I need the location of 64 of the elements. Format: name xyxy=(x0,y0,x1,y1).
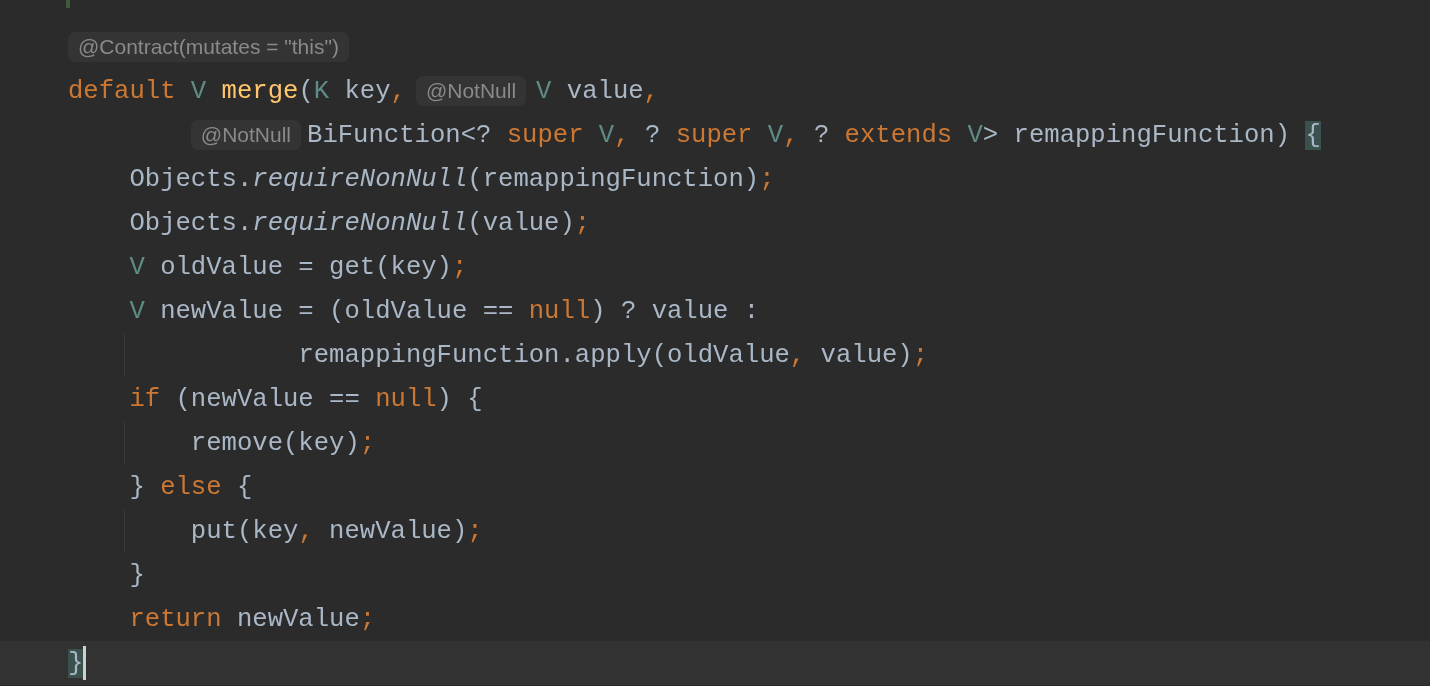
type-parameter: V xyxy=(766,120,784,150)
code-text: newValue xyxy=(235,604,360,634)
punctuation: ; xyxy=(359,428,376,458)
code-text: ( xyxy=(298,76,314,106)
code-text: } xyxy=(129,560,145,590)
code-text: } xyxy=(129,472,146,502)
type-parameter: V xyxy=(536,76,552,106)
keyword: super xyxy=(505,120,584,150)
inlay-hint: @NotNull xyxy=(190,120,302,150)
code-text: ) ? value : xyxy=(590,296,760,326)
punctuation: ; xyxy=(467,516,483,546)
keyword: null xyxy=(527,296,591,326)
code-text: (value) xyxy=(467,208,575,238)
code-text: oldValue = get(key) xyxy=(159,252,452,282)
punctuation: , xyxy=(643,76,659,106)
keyword: return xyxy=(129,604,222,634)
punctuation: , xyxy=(298,516,314,546)
punctuation: , xyxy=(789,340,806,370)
code-text: remappingFunction.apply(oldValue xyxy=(298,340,790,370)
inlay-hint: @Contract(mutates = "this") xyxy=(68,32,349,62)
type-parameter: K xyxy=(313,76,330,106)
keyword: null xyxy=(374,384,437,414)
keyword: extends xyxy=(843,120,953,150)
method-name: merge xyxy=(220,76,299,106)
code-text: value xyxy=(565,76,644,106)
code-text: newValue = (oldValue == xyxy=(159,296,514,326)
type-parameter: V xyxy=(129,296,145,326)
code-text: Objects. xyxy=(129,208,253,238)
keyword: super xyxy=(674,120,753,150)
type-parameter: V xyxy=(966,120,983,150)
code-text: BiFunction<? xyxy=(307,120,492,150)
code-text: value) xyxy=(819,340,913,370)
code-text: Objects. xyxy=(129,164,253,194)
text-cursor xyxy=(83,646,87,680)
punctuation: , xyxy=(614,120,630,150)
punctuation: ; xyxy=(451,252,468,282)
code-text: newValue) xyxy=(328,516,468,546)
code-text: ? xyxy=(643,120,661,150)
type-parameter: V xyxy=(129,252,145,282)
punctuation: ; xyxy=(359,604,376,634)
punctuation: ; xyxy=(574,208,591,238)
code-text: remove(key) xyxy=(190,428,360,458)
code-text: key xyxy=(343,76,391,106)
matched-brace: { xyxy=(1305,120,1321,150)
code-text: { xyxy=(235,472,253,502)
code-text: (newValue == xyxy=(174,384,360,414)
type-parameter: V xyxy=(597,120,615,150)
code-text: > remappingFunction) xyxy=(982,120,1292,150)
inlay-hint: @NotNull xyxy=(415,76,527,106)
punctuation: , xyxy=(783,120,799,150)
code-text: (remappingFunction) xyxy=(467,164,760,194)
method-call: requireNonNull xyxy=(252,208,468,238)
keyword: default xyxy=(68,76,176,106)
keyword: if xyxy=(129,384,161,414)
punctuation: ; xyxy=(912,340,929,370)
code-text: ) { xyxy=(436,384,483,414)
punctuation: , xyxy=(390,76,406,106)
code-text: ? xyxy=(812,120,830,150)
keyword: else xyxy=(160,472,222,502)
code-text: put(key xyxy=(190,516,299,546)
punctuation: ; xyxy=(759,164,775,194)
matched-brace: } xyxy=(68,648,84,678)
method-call: requireNonNull xyxy=(252,164,468,194)
type-parameter: V xyxy=(189,76,207,106)
